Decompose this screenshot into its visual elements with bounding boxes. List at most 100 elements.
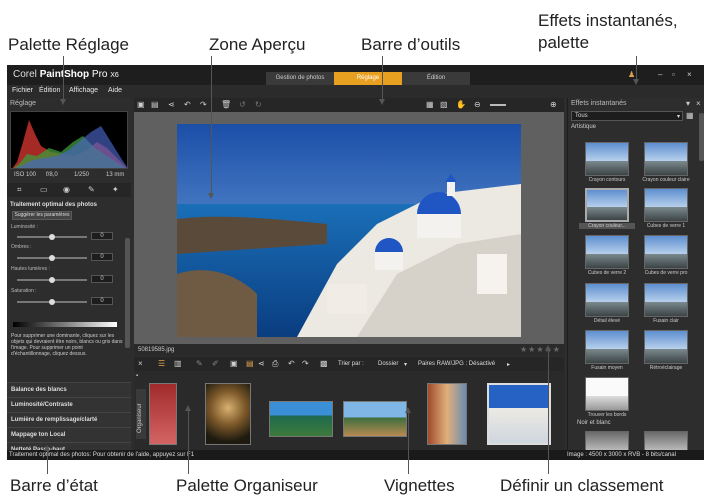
thumbnail-4[interactable] <box>343 401 407 437</box>
effects-scrollbar[interactable] <box>699 113 704 161</box>
save-as-icon[interactable]: ▤ <box>151 100 159 110</box>
effect-thumb-4[interactable] <box>644 188 688 222</box>
category-artistic-label: Artistique <box>571 124 597 130</box>
menu-file[interactable]: Fichier <box>12 87 33 94</box>
saturation-slider[interactable] <box>17 299 87 305</box>
effect-thumb-6[interactable] <box>644 235 688 269</box>
grid-view-icon[interactable]: ▦ <box>686 111 694 121</box>
maximize-icon[interactable]: ▫ <box>672 70 675 80</box>
close-icon[interactable]: × <box>687 70 692 80</box>
redo-icon[interactable]: ↻ <box>255 100 262 110</box>
batch-icon[interactable]: ▩ <box>320 359 328 369</box>
rotate-left-icon[interactable]: ↶ <box>184 100 191 110</box>
shadows-value[interactable]: 0 <box>91 253 113 261</box>
menu-view[interactable]: Affichage <box>69 87 98 94</box>
makeover-icon[interactable]: ✦ <box>112 185 119 195</box>
thumbnail-5[interactable] <box>427 383 467 445</box>
effect-caption-6: Cubes de verre pro <box>644 270 688 276</box>
rotate-right-icon[interactable]: ↷ <box>200 100 207 110</box>
zoom-in-icon[interactable]: ⊕ <box>550 100 557 110</box>
palette-close-icon[interactable]: × <box>696 99 701 109</box>
section-local-tone-mapping[interactable]: Mappage ton Local <box>7 427 131 442</box>
effect-thumb-10[interactable] <box>644 330 688 364</box>
thumbnail-1[interactable] <box>149 383 177 445</box>
raw-pairs-dropdown[interactable]: Paires RAW/JPG : Désactivé <box>418 361 495 367</box>
thumbnail-2[interactable] <box>205 383 251 445</box>
organizer-close-icon[interactable]: × <box>138 359 143 369</box>
edit-tools-icon[interactable]: ✎ <box>196 359 203 369</box>
undo-icon[interactable]: ↺ <box>239 100 246 110</box>
organizer-side-tab[interactable]: Organiseur <box>136 389 146 439</box>
share-icon[interactable]: ⋖ <box>168 100 175 110</box>
menu-help[interactable]: Aide <box>108 87 122 94</box>
effects-category-dropdown[interactable]: Tous ▾ <box>571 111 683 121</box>
black-white-gradient[interactable] <box>13 322 117 327</box>
effect-thumb-5[interactable] <box>585 235 629 269</box>
minimize-icon[interactable]: – <box>658 70 662 80</box>
effect-caption-5: Cubes de verre 2 <box>587 270 627 276</box>
effect-thumb-9[interactable] <box>585 330 629 364</box>
org-rotate-right-icon[interactable]: ↷ <box>302 359 309 369</box>
section-white-balance[interactable]: Balance des blancs <box>7 382 131 397</box>
folder-icon[interactable]: ▤ <box>246 359 254 369</box>
view-mode-icon[interactable]: ▥ <box>174 359 182 369</box>
zoom-slider[interactable] <box>490 104 506 106</box>
org-rotate-left-icon[interactable]: ↶ <box>288 359 295 369</box>
highlights-knob[interactable] <box>49 277 55 283</box>
app-window: Corel PaintShop Pro X6 Gestion de photos… <box>7 65 704 460</box>
retouch-icon[interactable]: ✐ <box>212 359 219 369</box>
suggest-settings-button[interactable]: Suggérer les paramètres <box>12 211 72 220</box>
pan-hand-icon[interactable]: ✋ <box>456 100 466 110</box>
effect-caption-3: Crayon couleur... <box>579 223 635 229</box>
effect-thumb-1[interactable] <box>585 142 629 176</box>
menu-edit[interactable]: Édition <box>39 87 60 94</box>
sort-dropdown-arrow[interactable]: ▾ <box>404 361 407 368</box>
delete-icon[interactable]: 🗑 <box>221 100 231 110</box>
save-icon[interactable]: ▣ <box>137 100 145 110</box>
brightness-value[interactable]: 0 <box>91 232 113 240</box>
effect-thumb-11[interactable] <box>585 377 629 411</box>
palette-menu-icon[interactable]: ▾ <box>686 99 690 109</box>
saturation-value[interactable]: 0 <box>91 297 113 305</box>
straighten-icon[interactable]: ▭ <box>40 185 48 195</box>
crop-icon[interactable]: ⌗ <box>17 185 22 195</box>
shadows-label: Ombres : <box>11 244 32 250</box>
zoom-out-icon[interactable]: ⊖ <box>474 100 481 110</box>
organizer-pin-icon[interactable]: ▪ <box>136 373 138 379</box>
brightness-knob[interactable] <box>49 234 55 240</box>
thumbnail-3[interactable] <box>269 401 333 437</box>
sort-by-dropdown[interactable]: Dossier <box>378 361 398 367</box>
effect-thumb-3-selected[interactable] <box>585 188 629 222</box>
actual-size-icon[interactable]: ▧ <box>440 100 448 110</box>
shadows-slider[interactable] <box>17 255 87 261</box>
callout-thumbnails: Vignettes <box>384 476 455 495</box>
effect-thumb-2[interactable] <box>644 142 688 176</box>
adjust-panel-scrollbar[interactable] <box>125 238 130 348</box>
shadows-knob[interactable] <box>49 255 55 261</box>
effect-thumb-7[interactable] <box>585 283 629 317</box>
thumbnail-6-selected[interactable] <box>487 383 551 445</box>
preview-image <box>177 124 521 337</box>
highlights-slider[interactable] <box>17 277 87 283</box>
capture-icon[interactable]: ▣ <box>230 359 238 369</box>
highlights-value[interactable]: 0 <box>91 275 113 283</box>
org-share-icon[interactable]: ⋖ <box>258 359 265 369</box>
tag-icon[interactable]: ☰ <box>158 359 165 369</box>
effect-thumb-8[interactable] <box>644 283 688 317</box>
leader-status-bar <box>44 445 50 474</box>
section-brightness-contrast[interactable]: Luminosité/Contraste <box>7 397 131 412</box>
brightness-slider[interactable] <box>17 234 87 240</box>
print-icon[interactable]: ⎙ <box>272 359 278 369</box>
saturation-knob[interactable] <box>49 299 55 305</box>
tab-edit[interactable]: Édition <box>402 72 470 85</box>
rating-stars[interactable]: ★★★★★ <box>520 345 561 354</box>
tab-adjust[interactable]: Réglage <box>334 72 402 85</box>
preview-area[interactable] <box>134 112 564 344</box>
leader-toolbar <box>379 56 385 105</box>
clone-brush-icon[interactable]: ✎ <box>88 185 95 195</box>
section-fill-light-clarity[interactable]: Lumière de remplissage/clarté <box>7 412 131 427</box>
red-eye-icon[interactable]: ◉ <box>63 185 70 195</box>
fit-window-icon[interactable]: ▦ <box>426 100 434 110</box>
tab-photo-management[interactable]: Gestion de photos <box>266 72 334 85</box>
raw-dropdown-arrow[interactable]: ▸ <box>507 361 510 368</box>
